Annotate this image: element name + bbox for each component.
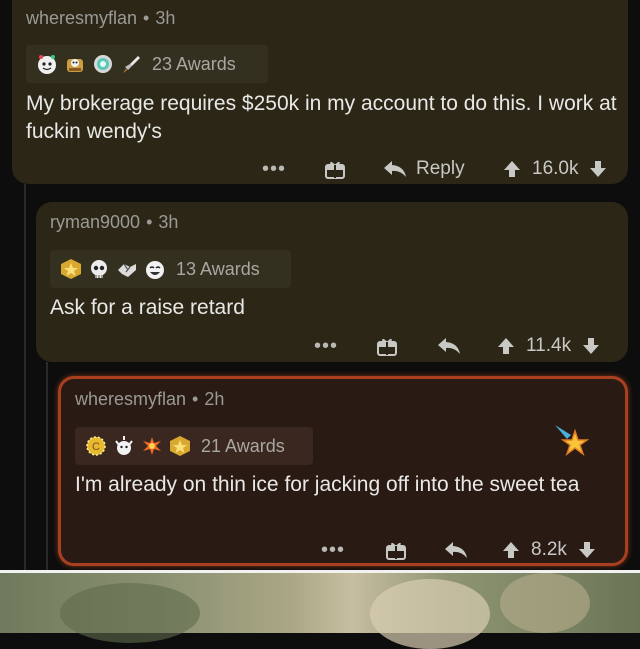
thread-line <box>24 184 26 570</box>
more-options-button[interactable]: ••• <box>262 158 286 181</box>
username[interactable]: ryman9000 <box>50 212 140 232</box>
comment-actions: ••• Reply 16.0k <box>12 152 628 186</box>
upvote-icon[interactable] <box>502 159 522 179</box>
awards-bar[interactable]: 23 Awards <box>26 45 268 83</box>
gold-bag-award-icon <box>64 53 86 75</box>
reply-icon <box>438 338 460 354</box>
awards-count: 23 Awards <box>152 53 236 74</box>
vote-controls: 16.0k <box>502 158 608 180</box>
awards-bar[interactable]: 13 Awards <box>50 250 291 288</box>
upvote-icon[interactable] <box>496 336 516 356</box>
username[interactable]: wheresmyflan <box>75 389 186 409</box>
downvote-icon[interactable] <box>581 336 601 356</box>
gift-award-icon[interactable] <box>376 335 398 357</box>
comment-age: 3h <box>155 8 176 28</box>
comment-meta: wheresmyflan • 3h <box>26 8 176 28</box>
thread-line <box>46 362 48 570</box>
highlighted-comment-card: wheresmyflan • 2h C 21 Awards I'm already … <box>58 376 628 566</box>
more-options-button[interactable]: ••• <box>314 335 338 358</box>
gift-award-icon[interactable] <box>385 539 407 561</box>
comment-actions: ••• 8.2k <box>61 535 625 565</box>
silver-medal-award-icon <box>92 53 114 75</box>
score: 16.0k <box>532 158 579 179</box>
svg-text:C: C <box>92 441 100 453</box>
reply-button[interactable] <box>443 540 469 560</box>
snoo-award-icon <box>36 53 58 75</box>
skull-award-icon <box>88 258 110 280</box>
comment-card: ryman9000 • 3h 13 Awards Ask for a raise r… <box>36 202 628 362</box>
rocket-award-icon <box>120 53 142 75</box>
more-options-button[interactable]: ••• <box>321 539 345 562</box>
comment-age: 2h <box>204 389 225 409</box>
reply-label: Reply <box>416 158 465 179</box>
gold-star-award-icon <box>169 435 191 457</box>
downvote-icon[interactable] <box>588 159 608 179</box>
reply-icon <box>384 161 406 177</box>
awards-count: 13 Awards <box>176 258 260 279</box>
gold-coin-award-icon: C <box>85 435 107 457</box>
gift-award-icon[interactable] <box>324 158 346 180</box>
score: 8.2k <box>531 539 567 560</box>
cheer-award-icon <box>113 435 135 457</box>
comment-meta: ryman9000 • 3h <box>50 212 179 232</box>
comment-body: Ask for a raise retard <box>50 296 245 319</box>
gilded-star-icon <box>551 421 591 466</box>
handshake-award-icon <box>116 258 138 280</box>
photo-strip <box>0 570 640 649</box>
gold-star-award-icon <box>60 258 82 280</box>
score: 11.4k <box>526 335 572 356</box>
vote-controls: 8.2k <box>501 539 597 561</box>
reply-button[interactable] <box>436 336 462 356</box>
upvote-icon[interactable] <box>501 540 521 560</box>
reply-button[interactable]: Reply <box>382 158 465 180</box>
comment-body: I'm already on thin ice for jacking off … <box>75 473 580 496</box>
laughing-award-icon <box>144 258 166 280</box>
comment-card: wheresmyflan • 3h 23 Awards My brokerage r… <box>12 0 628 184</box>
star-burst-award-icon <box>141 435 163 457</box>
awards-count: 21 Awards <box>201 435 285 456</box>
reply-icon <box>445 542 467 558</box>
downvote-icon[interactable] <box>577 540 597 560</box>
vote-controls: 11.4k <box>496 335 601 357</box>
comment-meta: wheresmyflan • 2h <box>75 389 225 409</box>
comment-body: My brokerage requires $250k in my accoun… <box>26 92 617 143</box>
awards-bar[interactable]: C 21 Awards <box>75 427 313 465</box>
comment-age: 3h <box>158 212 179 232</box>
username[interactable]: wheresmyflan <box>26 8 137 28</box>
comment-actions: ••• 11.4k <box>36 330 628 362</box>
